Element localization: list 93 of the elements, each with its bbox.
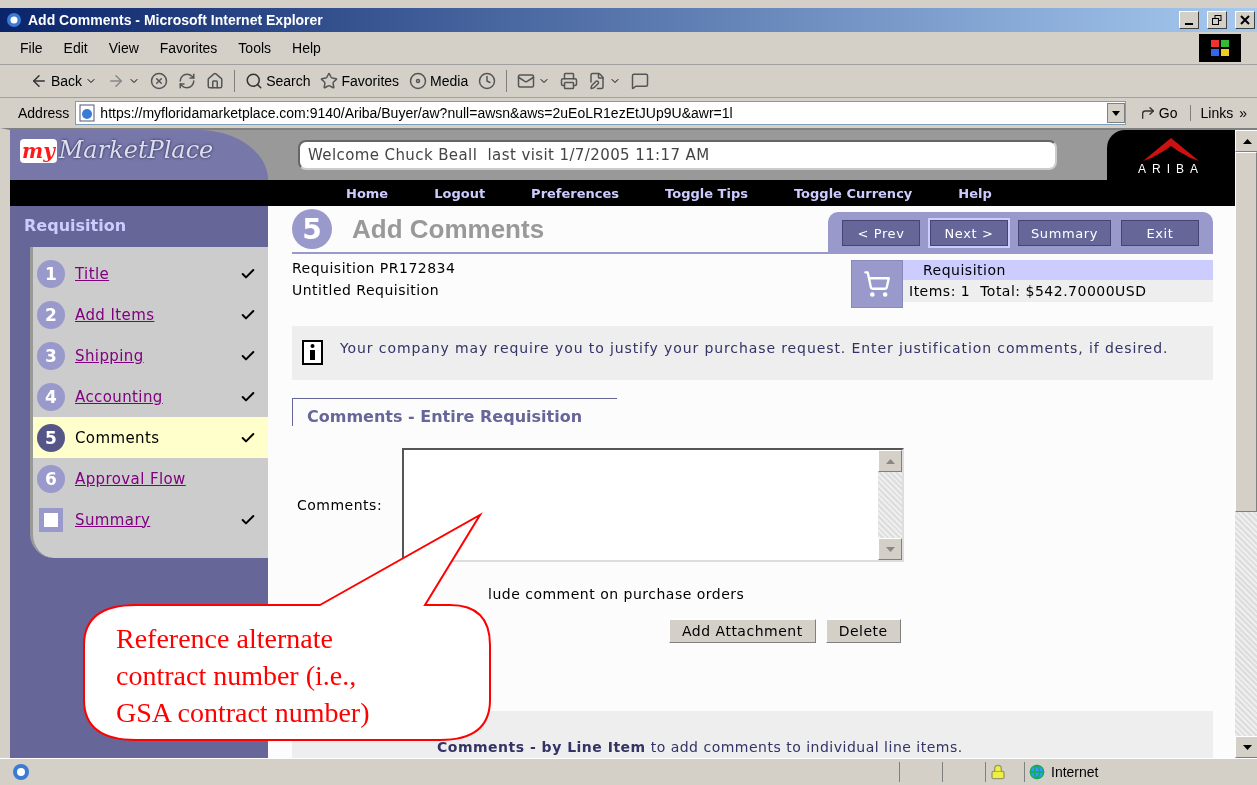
restore-icon xyxy=(1212,15,1222,25)
step-marker: 4 xyxy=(37,382,65,411)
media-button[interactable]: Media xyxy=(407,70,471,92)
step-marker: 5 xyxy=(292,209,332,249)
include-note: lude comment on purchase orders xyxy=(488,586,745,602)
info-text: Your company may require you to justify your purchase request. Enter justification comments, if desired. xyxy=(340,340,1169,358)
down-arrow-icon xyxy=(885,546,895,552)
nav-link[interactable]: Help xyxy=(958,185,992,201)
cart-title: Requisition xyxy=(903,260,1213,280)
step-link[interactable]: Shipping xyxy=(75,346,230,365)
address-field[interactable]: https://myfloridamarketplace.com:9140/Ariba/Buyer/aw?null=awsn&aws=2uEoLR1ezEtJUp9U&awr=1l xyxy=(75,101,1126,125)
scroll-thumb[interactable] xyxy=(1235,152,1257,512)
menu-item[interactable]: Favorites xyxy=(159,40,218,56)
flag-icon xyxy=(1199,34,1241,62)
close-button[interactable] xyxy=(1235,11,1255,29)
down-arrow-icon xyxy=(1242,744,1252,750)
tip-text: Comments - by Line Item to add comments to individual line items. xyxy=(437,739,963,755)
caret-icon xyxy=(1111,110,1120,116)
cart-summary: Items: 1 Total: $542.70000USD xyxy=(903,280,1213,302)
disc-icon xyxy=(409,72,428,90)
back-button[interactable]: Back xyxy=(28,70,100,92)
minimize-button[interactable] xyxy=(1179,11,1199,29)
close-icon xyxy=(1240,15,1250,25)
page-title: Add Comments xyxy=(352,213,545,245)
go-button[interactable]: Go xyxy=(1131,105,1191,121)
step-link[interactable]: Add Items xyxy=(75,305,230,324)
dropdown-button[interactable] xyxy=(1106,103,1125,123)
menu-item[interactable]: Help xyxy=(292,40,321,56)
links-button[interactable]: Links » xyxy=(1196,105,1251,121)
step-marker: 2 xyxy=(37,300,65,329)
square-icon xyxy=(39,507,63,532)
menu-item[interactable]: Edit xyxy=(63,40,88,56)
nav-link[interactable]: Logout xyxy=(434,185,486,201)
site-logo: my MarketPlace xyxy=(10,130,268,180)
step-link[interactable]: Comments xyxy=(75,428,230,447)
edit-icon xyxy=(588,72,607,90)
message-icon xyxy=(631,72,650,90)
browser-icon xyxy=(6,12,22,28)
nav-link[interactable]: Toggle Currency xyxy=(793,185,913,201)
go-arrow-icon xyxy=(1139,105,1156,121)
wizard-button[interactable]: Exit xyxy=(1121,220,1199,246)
nav-link[interactable]: Preferences xyxy=(531,185,620,201)
step-marker: 1 xyxy=(37,259,65,288)
minimize-icon xyxy=(1185,23,1193,25)
wizard-button[interactable]: < Prev xyxy=(841,220,920,246)
up-arrow-icon xyxy=(885,458,895,464)
menu-item[interactable]: View xyxy=(108,40,139,56)
action-button[interactable]: Add Attachment xyxy=(669,619,816,643)
mail-icon xyxy=(517,72,536,90)
step-marker: 5 xyxy=(37,423,65,452)
sidebar-title: Requisition xyxy=(23,215,128,237)
restore-button[interactable] xyxy=(1207,11,1227,29)
home-icon xyxy=(206,72,225,90)
callout-text: Reference alternate contract number (i.e., GSA contract number) xyxy=(116,622,371,730)
search-icon xyxy=(245,72,264,90)
welcome-field: Welcome Chuck Beall last visit 1/7/2005 11:17 AM xyxy=(298,140,1057,170)
requisition-name: Untitled Requisition xyxy=(292,282,441,298)
star-icon xyxy=(320,72,339,90)
scroll-down-button[interactable] xyxy=(1235,736,1257,758)
step-link[interactable]: Accounting xyxy=(75,387,230,406)
step-marker: 3 xyxy=(37,341,65,370)
comments-label: Comments: xyxy=(297,497,383,513)
up-arrow-icon xyxy=(1242,138,1252,144)
step-link[interactable]: Title xyxy=(75,264,230,283)
action-button[interactable]: Delete xyxy=(825,619,901,643)
printer-icon xyxy=(560,72,579,90)
cart-icon xyxy=(851,260,903,308)
info-icon xyxy=(302,340,324,366)
scroll-up-button[interactable] xyxy=(1235,130,1257,152)
step-link[interactable]: Summary xyxy=(75,510,230,529)
brand-logo: ARIBA xyxy=(1107,130,1235,180)
step-marker: 6 xyxy=(37,464,65,493)
refresh-icon xyxy=(178,72,197,90)
favorites-button[interactable]: Favorites xyxy=(318,70,402,92)
stop-icon xyxy=(150,72,169,90)
wizard-button[interactable]: Summary xyxy=(1017,220,1111,246)
clock-icon xyxy=(478,72,497,90)
nav-link[interactable]: Home xyxy=(346,185,389,201)
step-link[interactable]: Approval Flow xyxy=(75,469,256,488)
lock-icon xyxy=(990,764,1006,780)
nav-link[interactable]: Toggle Tips xyxy=(665,185,748,201)
window-title: Add Comments - Microsoft Internet Explorer xyxy=(28,12,324,28)
globe-icon xyxy=(1029,764,1045,780)
wizard-button[interactable]: Next > xyxy=(929,220,1008,246)
zone-label: Internet xyxy=(1051,764,1099,780)
requisition-id: Requisition PR172834 xyxy=(292,260,456,276)
address-label: Address xyxy=(18,105,70,121)
search-button[interactable]: Search xyxy=(243,70,313,92)
page-icon xyxy=(78,104,97,122)
browser-icon xyxy=(12,763,30,781)
section-title: Comments - Entire Requisition xyxy=(292,398,617,426)
menu-item[interactable]: Tools xyxy=(238,40,272,56)
menu-item[interactable]: File xyxy=(20,40,43,56)
